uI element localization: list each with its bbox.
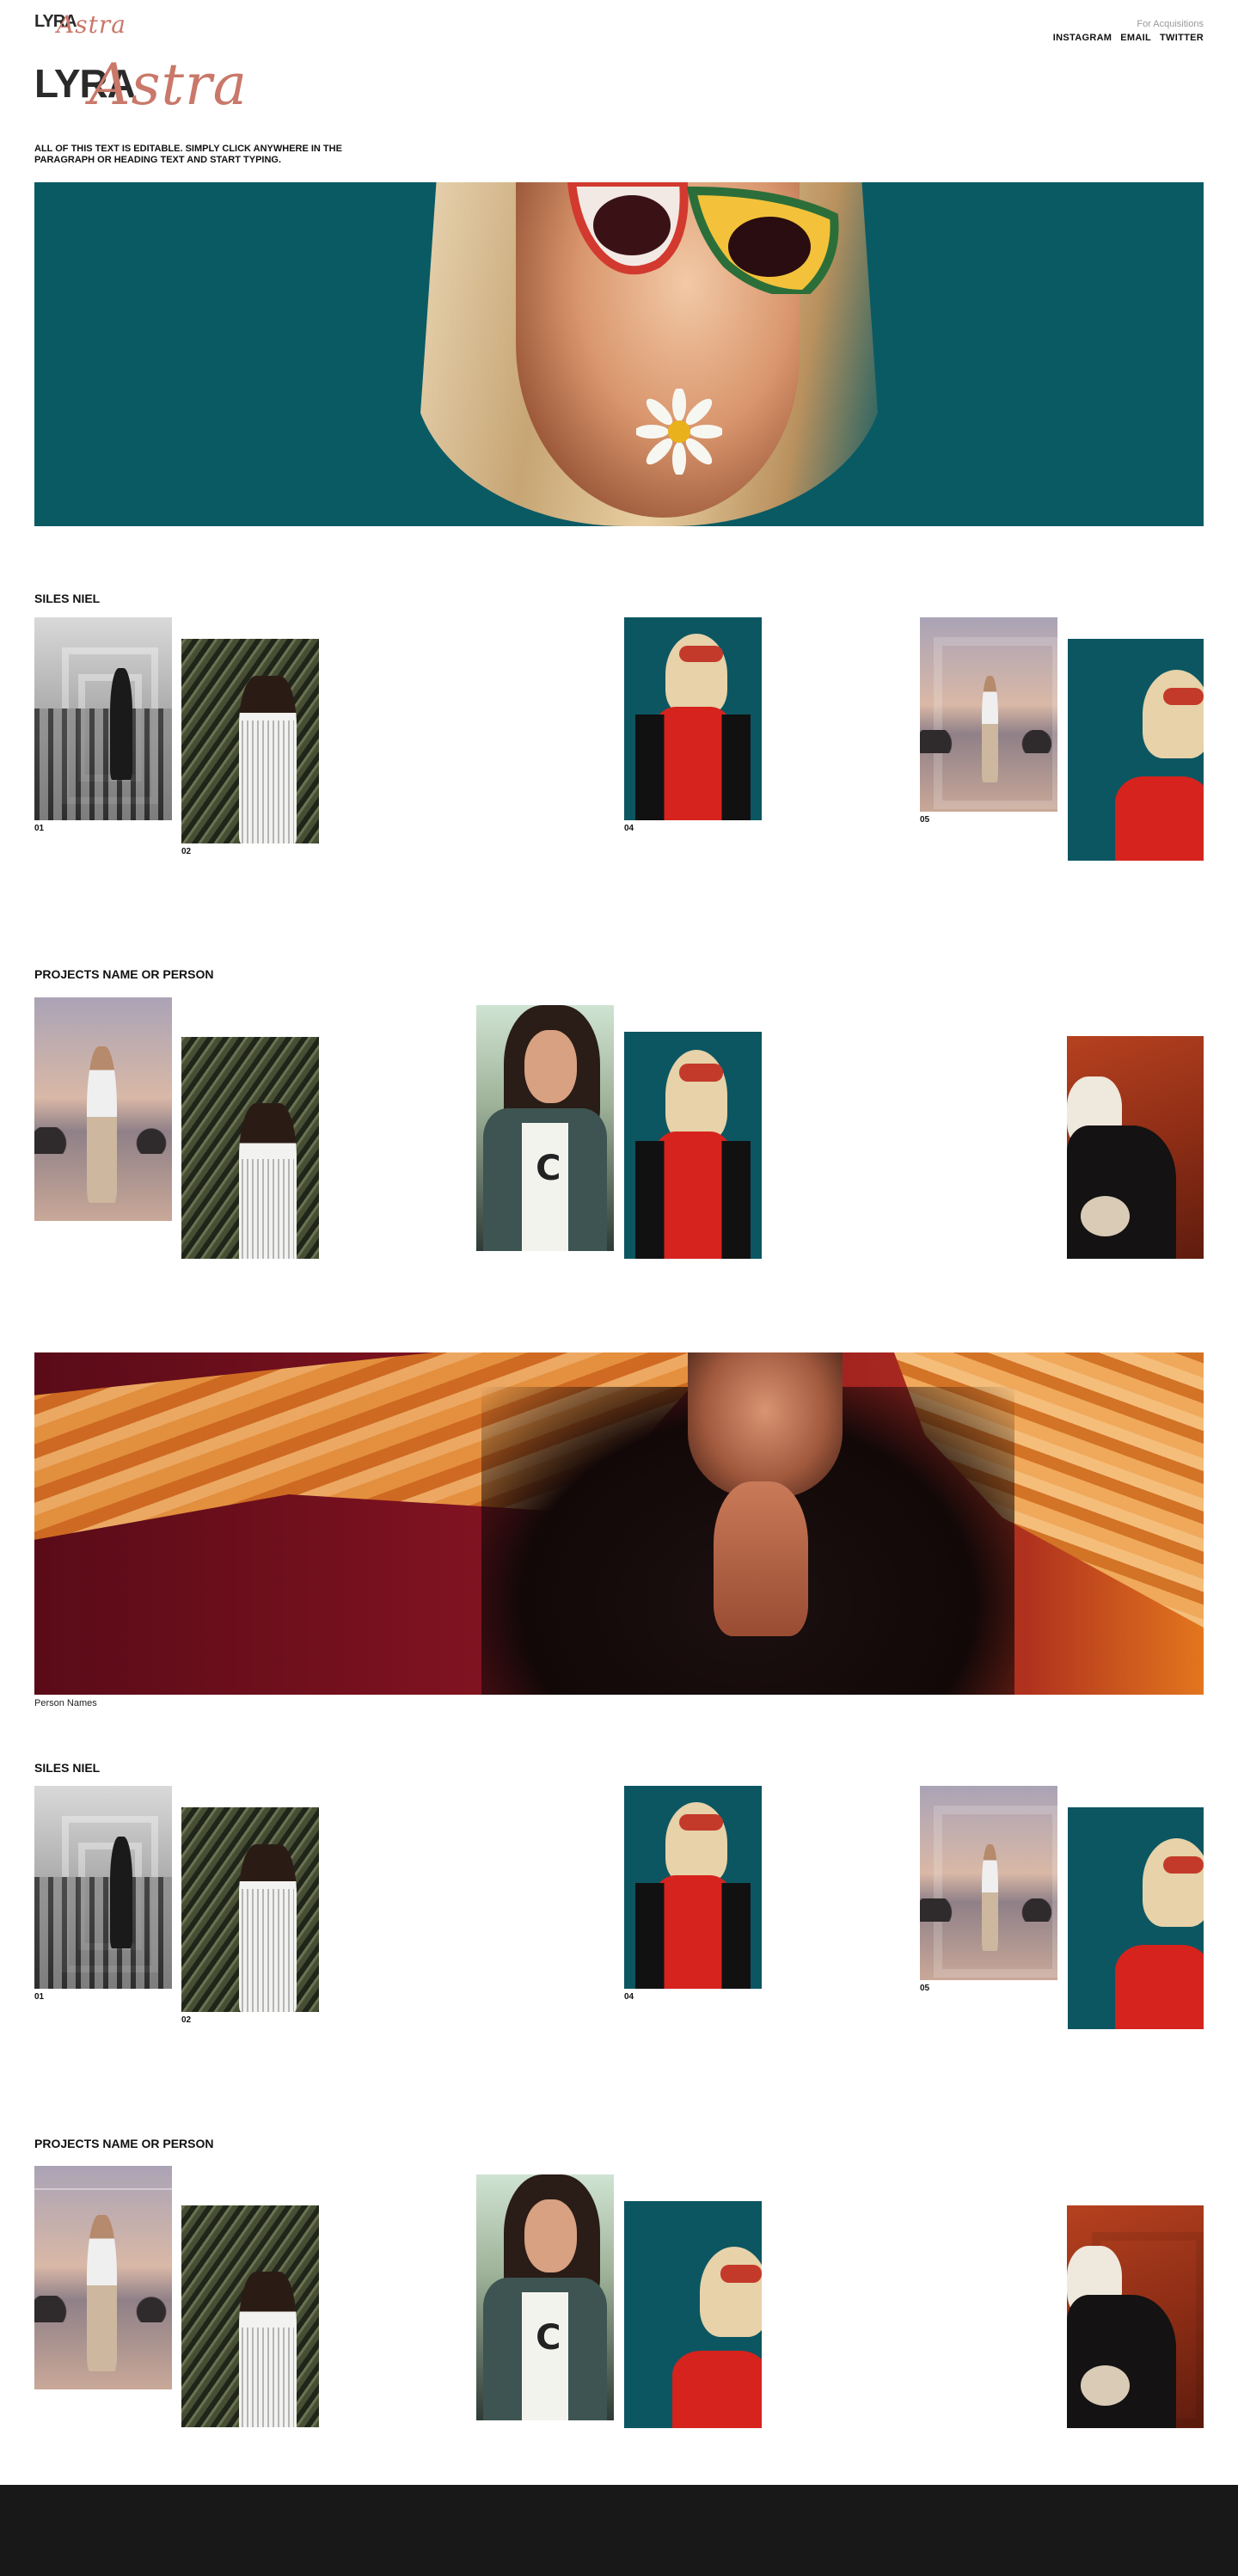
project2-photo-red-shirt[interactable] (624, 2201, 762, 2428)
gallery2-photo-02[interactable] (181, 1807, 319, 2012)
twitter-link[interactable]: TWITTER (1160, 33, 1204, 43)
brand-logo-small[interactable]: LYRA Astra (34, 9, 146, 45)
project-photo-hood[interactable] (1067, 1036, 1204, 1259)
sunglasses-graphic (567, 182, 839, 294)
gallery2-photo-05[interactable] (920, 1786, 1057, 1980)
section-title-siles-niel: SILES NIEL (34, 592, 101, 605)
hero-caption: Person Names (34, 1698, 97, 1708)
photo-caption-04: 04 (624, 824, 634, 833)
gallery2-photo-06[interactable] (1068, 1807, 1204, 2029)
gallery-photo-02[interactable] (181, 639, 319, 843)
project-photo-denim[interactable] (476, 1005, 614, 1251)
section-title-projects: PROJECTS NAME OR PERSON (34, 967, 214, 981)
social-links: INSTAGRAM EMAIL TWITTER (1053, 33, 1204, 43)
project-photo-red-shirt[interactable] (624, 1032, 762, 1259)
project2-photo-hood[interactable] (1067, 2205, 1204, 2428)
brand-logo-large: LYRA Astra (34, 52, 267, 129)
logo-astra-text: Astra (57, 10, 126, 39)
acquisitions-label: For Acquisitions (1137, 19, 1204, 29)
gallery2-photo-01[interactable] (34, 1786, 172, 1989)
project-photo-beach[interactable] (34, 997, 172, 1221)
daisy-graphic (636, 389, 722, 475)
instagram-link[interactable]: INSTAGRAM (1053, 33, 1112, 43)
photo-caption-05: 05 (920, 815, 930, 825)
intro-text: ALL OF THIS TEXT IS EDITABLE. SIMPLY CLI… (34, 144, 342, 165)
gallery-photo-04[interactable] (624, 617, 762, 820)
photo2-caption-01: 01 (34, 1992, 45, 2002)
photo2-caption-05: 05 (920, 1984, 930, 1993)
gallery-photo-01[interactable] (34, 617, 172, 820)
email-link[interactable]: EMAIL (1120, 33, 1151, 43)
hero2-hand (714, 1481, 808, 1636)
hero-image-sunglasses (34, 182, 1204, 526)
acquisitions-block: For Acquisitions INSTAGRAM EMAIL TWITTER (1053, 19, 1204, 43)
logo-astra-text-large: Astra (89, 52, 248, 118)
gallery2-photo-04[interactable] (624, 1786, 762, 1989)
page-footer (0, 2485, 1238, 2576)
photo2-caption-04: 04 (624, 1992, 634, 2002)
project2-photo-denim[interactable] (476, 2174, 614, 2420)
hero2-face (688, 1352, 843, 1499)
photo-caption-01: 01 (34, 824, 45, 833)
project-photo-palm[interactable] (181, 1037, 319, 1259)
gallery-photo-06[interactable] (1068, 639, 1204, 861)
project2-photo-beach[interactable] (34, 2166, 172, 2389)
gallery-photo-05[interactable] (920, 617, 1057, 812)
hero-image-wings (34, 1352, 1204, 1695)
photo-caption-02: 02 (181, 847, 192, 856)
section-title-projects-2: PROJECTS NAME OR PERSON (34, 2137, 214, 2150)
project2-photo-palm[interactable] (181, 2205, 319, 2427)
section-title-siles-niel-2: SILES NIEL (34, 1761, 101, 1775)
photo2-caption-02: 02 (181, 2015, 192, 2025)
